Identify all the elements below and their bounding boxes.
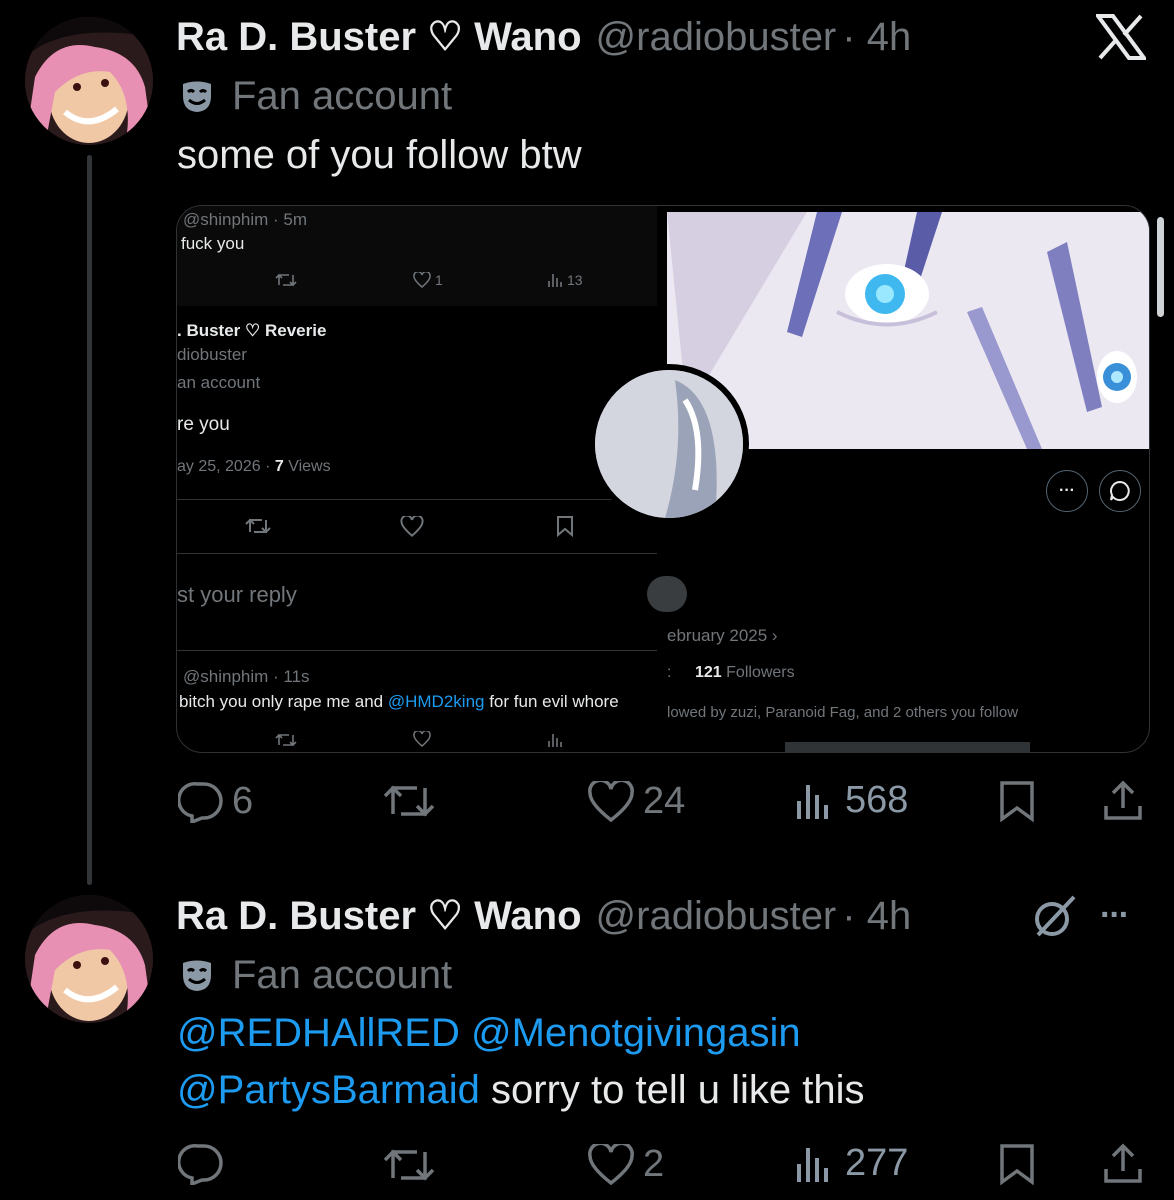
views-icon — [797, 784, 828, 819]
tweet-body: sorry to tell u like this — [491, 1068, 865, 1112]
followed-by: lowed by zuzi, Paranoid Fag, and 2 other… — [667, 704, 1019, 721]
theater-mask-icon — [183, 81, 211, 112]
retweet-icon — [275, 732, 297, 752]
x-logo-icon[interactable] — [1094, 14, 1148, 65]
heart-icon — [413, 730, 431, 752]
reply-like: 1 — [413, 272, 443, 288]
main-tweet-meta: ay 25, 2026 · 7 Views — [177, 458, 331, 475]
heart-icon — [588, 780, 634, 822]
tweet-media[interactable]: @shinphim · 5m fuck you 1 13 . Buster ♡ … — [176, 205, 1150, 753]
heart-icon — [413, 272, 431, 288]
main-tweet-handle: diobuster — [177, 345, 247, 364]
like-count: 2 — [643, 1143, 665, 1185]
bookmark-icon — [556, 515, 574, 542]
like-button[interactable]: 24 — [587, 780, 685, 823]
bookmark-button[interactable] — [999, 780, 1035, 822]
reply-text: fuck you — [181, 234, 245, 253]
avatar[interactable] — [25, 895, 153, 1023]
views-icon — [797, 1147, 828, 1182]
share-icon — [1104, 1143, 1142, 1183]
profile-avatar — [595, 370, 743, 518]
display-name[interactable]: Ra D. Buster ♡ Wano — [176, 893, 582, 939]
avatar-image — [25, 17, 153, 145]
mention-link[interactable]: @Menotgivingasin — [471, 1011, 801, 1055]
thread-connector-line — [87, 155, 92, 885]
message-icon — [1099, 470, 1141, 512]
main-tweet-label: an account — [177, 373, 261, 392]
reply-views: 13 — [547, 272, 583, 288]
bookmark-icon — [1000, 1144, 1034, 1185]
tweet-text: some of you follow btw — [177, 133, 582, 177]
screenshot-right: ··· ebruary 2025 › : 121 Followers lowed… — [589, 212, 1149, 752]
avatar[interactable] — [25, 17, 153, 145]
mention-link[interactable]: @PartysBarmaid — [177, 1068, 480, 1112]
bookmark-button[interactable] — [999, 1143, 1035, 1185]
heart-icon — [400, 514, 424, 542]
user-handle[interactable]: @radiobuster — [596, 894, 837, 939]
joined-date: ebruary 2025 › — [667, 626, 778, 645]
views-icon — [547, 732, 563, 752]
retweet-icon — [275, 272, 297, 293]
grok-icon[interactable] — [1030, 893, 1078, 946]
display-name[interactable]: Ra D. Buster ♡ Wano — [176, 14, 582, 60]
label-text: Fan account — [232, 953, 453, 997]
reply-button[interactable] — [178, 1143, 232, 1185]
tweet-header: Ra D. Buster ♡ Wano @radiobuster · 4h — [176, 893, 911, 939]
like-count: 24 — [643, 780, 686, 822]
bookmark-icon — [1000, 781, 1034, 822]
second-reply-handle: @shinphim · 11s — [183, 667, 310, 686]
avatar-image — [25, 895, 153, 1023]
retweet-button[interactable] — [383, 782, 435, 820]
divider — [177, 650, 657, 651]
views-button[interactable]: 568 — [795, 779, 908, 822]
user-handle[interactable]: @radiobuster — [596, 15, 837, 60]
reply-icon — [178, 781, 223, 823]
share-button[interactable] — [1102, 1143, 1144, 1185]
tweet-text: @REDHAllRED @Menotgivingasin @PartysBarm… — [177, 1005, 1137, 1119]
tweet-header: Ra D. Buster ♡ Wano @radiobuster · 4h — [176, 14, 911, 60]
reply-handle: @shinphim · 5m — [183, 210, 308, 229]
screenshot-left: @shinphim · 5m fuck you 1 13 . Buster ♡ … — [177, 206, 687, 752]
views-button[interactable]: 277 — [795, 1142, 908, 1185]
mention-link[interactable]: @REDHAllRED — [177, 1011, 460, 1055]
share-button[interactable] — [1102, 780, 1144, 822]
reply-count: 6 — [232, 780, 254, 822]
main-tweet-name: . Buster ♡ Reverie — [177, 321, 327, 340]
share-icon — [1104, 780, 1142, 820]
divider — [177, 553, 657, 554]
retweet-icon — [383, 1149, 435, 1181]
like-button[interactable]: 2 — [587, 1143, 664, 1186]
views-count: 568 — [845, 779, 909, 821]
more-options-icon[interactable]: ··· — [1100, 896, 1130, 935]
retweet-icon — [383, 785, 435, 817]
timestamp[interactable]: · 4h — [842, 15, 911, 60]
scrollbar-thumb[interactable] — [1157, 217, 1164, 317]
theater-mask-icon — [183, 960, 211, 991]
heart-icon — [588, 1143, 634, 1185]
retweet-icon — [245, 516, 271, 541]
scroll-indicator — [785, 742, 1030, 752]
timestamp[interactable]: · 4h — [842, 894, 911, 939]
main-tweet-text: re you — [177, 414, 230, 435]
reply-button[interactable]: 6 — [178, 780, 253, 823]
reply-icon — [178, 1143, 223, 1185]
reply-compose-placeholder: st your reply — [177, 582, 297, 607]
fan-account-label: Fan account — [180, 953, 452, 998]
more-options-icon: ··· — [1046, 470, 1088, 512]
following-stub: : — [667, 664, 672, 681]
fan-account-label: Fan account — [180, 74, 452, 119]
divider — [177, 499, 657, 500]
followers-count: 121 Followers — [695, 664, 795, 681]
views-count: 277 — [845, 1142, 909, 1184]
views-icon — [548, 274, 562, 287]
label-text: Fan account — [232, 74, 453, 118]
second-reply-text: bitch you only rape me and @HMD2king for… — [179, 692, 619, 711]
retweet-button[interactable] — [383, 1146, 435, 1184]
